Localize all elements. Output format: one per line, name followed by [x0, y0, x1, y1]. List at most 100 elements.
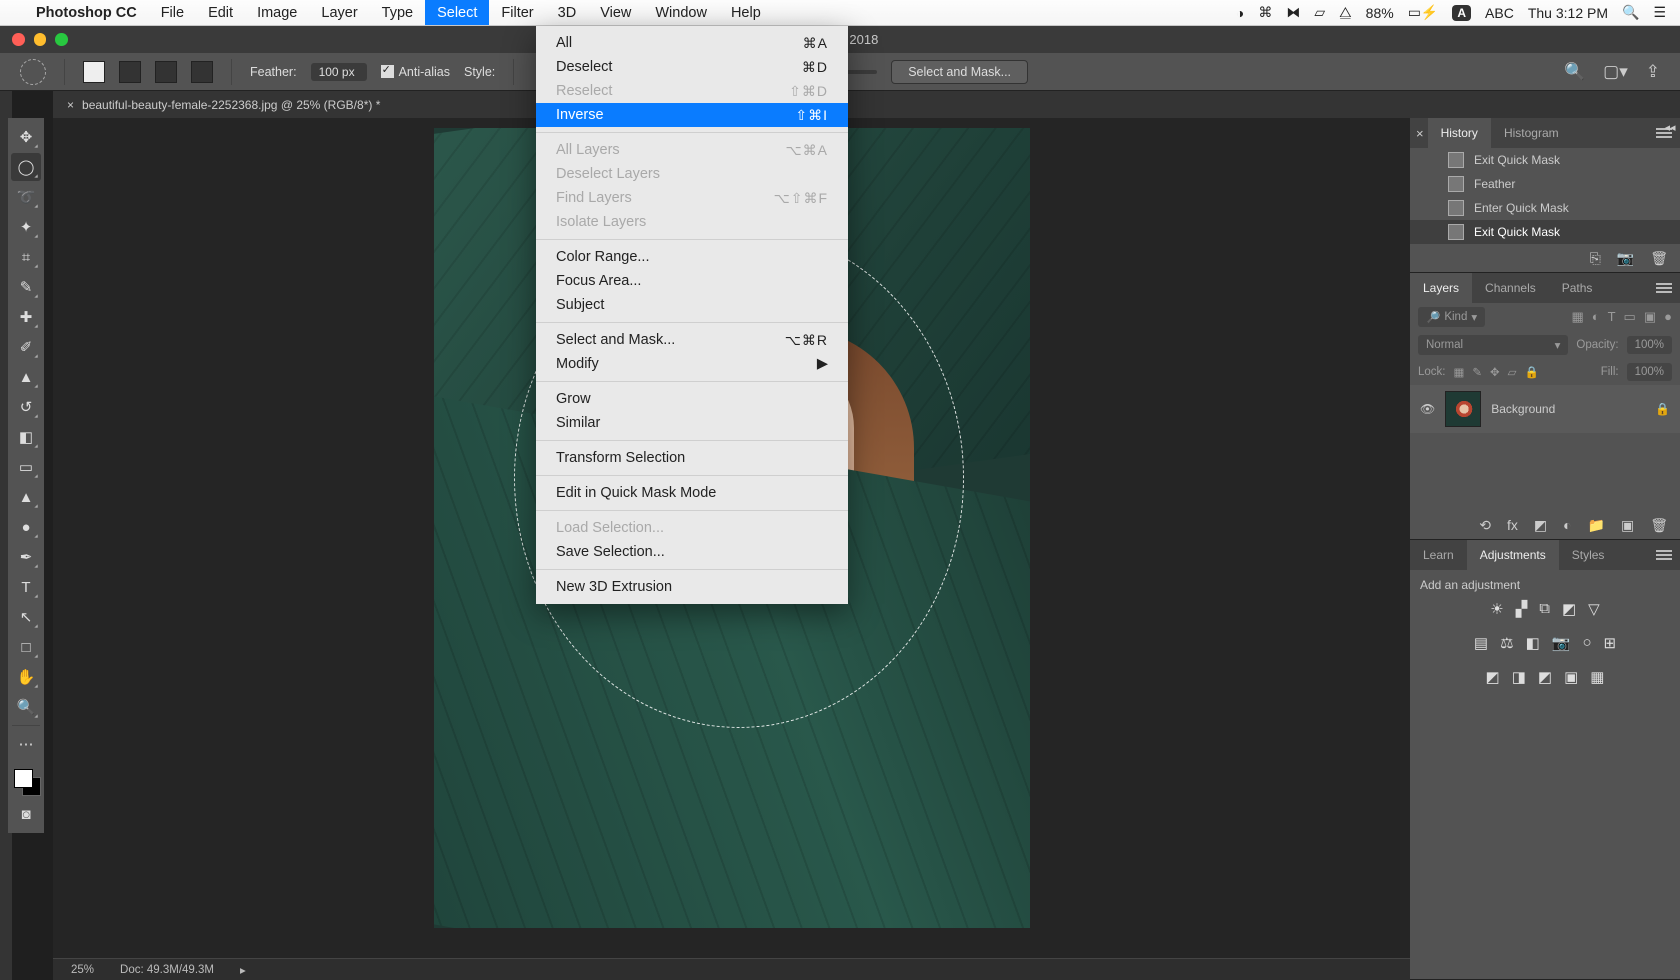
status-app-icon[interactable]: ◑ — [1236, 5, 1244, 21]
threshold-icon[interactable]: ◩ — [1538, 668, 1552, 686]
bw-icon[interactable]: ◧ — [1526, 634, 1540, 652]
apple-menu[interactable] — [0, 0, 24, 25]
lasso-tool[interactable]: ➰ — [11, 183, 41, 211]
wifi-icon[interactable]: ⧋ — [1339, 4, 1352, 21]
menu-filter[interactable]: Filter — [489, 0, 545, 25]
menu-file[interactable]: File — [149, 0, 196, 25]
filter-smart-icon[interactable]: ▣ — [1644, 309, 1656, 325]
collapse-panels-icon[interactable]: ◂◂ — [1660, 118, 1680, 136]
spotlight-icon[interactable]: 🔍 — [1622, 4, 1639, 21]
panel-menu-icon[interactable] — [1656, 283, 1672, 293]
menu-item-focus-area[interactable]: Focus Area... — [536, 269, 848, 293]
photo-filter-icon[interactable]: 📷 — [1552, 634, 1571, 652]
channel-mixer-icon[interactable]: ○ — [1582, 634, 1591, 652]
selection-subtract-icon[interactable] — [155, 61, 177, 83]
gradient-tool[interactable]: ▭ — [11, 453, 41, 481]
menu-item-inverse[interactable]: Inverse⇧⌘I — [536, 103, 848, 127]
layer-thumbnail[interactable] — [1445, 391, 1481, 427]
menu-3d[interactable]: 3D — [546, 0, 589, 25]
new-layer-icon[interactable]: ▣ — [1621, 517, 1634, 534]
close-icon[interactable]: × — [1416, 126, 1424, 141]
blur-tool[interactable]: ▲ — [11, 483, 41, 511]
filter-type-icon[interactable]: T — [1608, 309, 1616, 325]
link-icon[interactable]: ⟲ — [1479, 517, 1491, 534]
input-source-badge[interactable]: A — [1452, 5, 1471, 21]
eraser-tool[interactable]: ◧ — [11, 423, 41, 451]
fx-icon[interactable]: fx — [1507, 517, 1518, 533]
stamp-tool[interactable]: ▲ — [11, 363, 41, 391]
tab-adjustments[interactable]: Adjustments — [1467, 540, 1559, 570]
dropbox-icon[interactable]: ⧓ — [1286, 4, 1300, 21]
visibility-icon[interactable]: 👁 — [1420, 402, 1435, 416]
menu-item-grow[interactable]: Grow — [536, 387, 848, 411]
tab-layers[interactable]: Layers — [1410, 273, 1472, 303]
opacity-input[interactable]: 100% — [1627, 336, 1672, 354]
menu-item-all[interactable]: All⌘A — [536, 31, 848, 55]
color-swatches[interactable] — [11, 765, 41, 799]
mask-icon[interactable]: ◩ — [1534, 517, 1547, 534]
blend-mode-select[interactable]: Normal▾ — [1418, 335, 1568, 355]
tab-history[interactable]: History — [1428, 118, 1491, 148]
curves-icon[interactable]: ⧉ — [1539, 600, 1550, 618]
app-menu[interactable]: Photoshop CC — [24, 0, 149, 25]
lock-all-icon[interactable]: 🔒 — [1525, 365, 1539, 379]
window-zoom-button[interactable] — [55, 33, 68, 46]
zoom-tool[interactable]: 🔍 — [11, 693, 41, 721]
lock-pixels-icon[interactable]: ▦ — [1454, 365, 1465, 379]
rectangle-tool[interactable]: □ — [11, 633, 41, 661]
quick-select-tool[interactable]: ✦ — [11, 213, 41, 241]
layer-row[interactable]: 👁 Background 🔒 — [1410, 385, 1680, 433]
dodge-tool[interactable]: ● — [11, 513, 41, 541]
menu-help[interactable]: Help — [719, 0, 773, 25]
menu-view[interactable]: View — [588, 0, 643, 25]
menu-type[interactable]: Type — [370, 0, 425, 25]
menu-item-select-and-mask[interactable]: Select and Mask...⌥⌘R — [536, 328, 848, 352]
menu-image[interactable]: Image — [245, 0, 309, 25]
search-icon[interactable]: 🔍 — [1564, 62, 1585, 82]
filter-toggle-icon[interactable]: ● — [1664, 309, 1672, 325]
eyedropper-tool[interactable]: ✎ — [11, 273, 41, 301]
invert-icon[interactable]: ◩ — [1486, 668, 1500, 686]
group-icon[interactable]: 📁 — [1588, 517, 1605, 534]
levels-icon[interactable]: ▞ — [1516, 600, 1528, 618]
battery-icon[interactable]: ▭⚡ — [1408, 4, 1439, 21]
history-item[interactable]: Enter Quick Mask — [1410, 196, 1680, 220]
menu-edit[interactable]: Edit — [196, 0, 245, 25]
brightness-icon[interactable]: ☀ — [1490, 600, 1503, 618]
chevron-right-icon[interactable]: ▸ — [240, 963, 246, 977]
selective-color-icon[interactable]: ▦ — [1590, 668, 1604, 686]
tab-styles[interactable]: Styles — [1559, 540, 1618, 570]
hand-tool[interactable]: ✋ — [11, 663, 41, 691]
hue-icon[interactable]: ▤ — [1474, 634, 1488, 652]
selection-intersect-icon[interactable] — [191, 61, 213, 83]
antialias-checkbox[interactable]: Anti-alias — [381, 65, 450, 79]
menu-item-modify[interactable]: Modify▶ — [536, 352, 848, 376]
pen-tool[interactable]: ✒ — [11, 543, 41, 571]
filter-image-icon[interactable]: ▦ — [1571, 309, 1583, 325]
history-item[interactable]: Feather — [1410, 172, 1680, 196]
lock-artboard-icon[interactable]: ▱ — [1508, 365, 1517, 379]
brush-tool[interactable]: ✐ — [11, 333, 41, 361]
lock-position-icon[interactable]: ✥ — [1490, 365, 1500, 379]
menu-item-new-3d-extrusion[interactable]: New 3D Extrusion — [536, 575, 848, 599]
gradient-map-icon[interactable]: ▣ — [1564, 668, 1578, 686]
move-tool[interactable]: ✥ — [11, 123, 41, 151]
adjustment-icon[interactable]: ◐ — [1563, 517, 1571, 533]
selection-add-icon[interactable] — [119, 61, 141, 83]
tab-histogram[interactable]: Histogram — [1491, 118, 1572, 148]
layer-filter-kind[interactable]: 🔎Kind ▾ — [1418, 307, 1485, 327]
control-center-icon[interactable]: ☰ — [1653, 4, 1666, 21]
path-select-tool[interactable]: ↖ — [11, 603, 41, 631]
menu-item-edit-in-quick-mask-mode[interactable]: Edit in Quick Mask Mode — [536, 481, 848, 505]
menu-window[interactable]: Window — [643, 0, 719, 25]
vibrance-icon[interactable]: ▽ — [1588, 600, 1600, 618]
edit-toolbar-button[interactable]: ⋯ — [11, 730, 41, 758]
selection-new-icon[interactable] — [83, 61, 105, 83]
menu-item-similar[interactable]: Similar — [536, 411, 848, 435]
filter-adjust-icon[interactable]: ◐ — [1592, 309, 1600, 325]
airplay-icon[interactable]: ▱ — [1314, 4, 1325, 21]
color-balance-icon[interactable]: ⚖ — [1500, 634, 1513, 652]
filter-shape-icon[interactable]: ▭ — [1624, 309, 1636, 325]
menu-item-save-selection[interactable]: Save Selection... — [536, 540, 848, 564]
fill-input[interactable]: 100% — [1627, 363, 1672, 381]
